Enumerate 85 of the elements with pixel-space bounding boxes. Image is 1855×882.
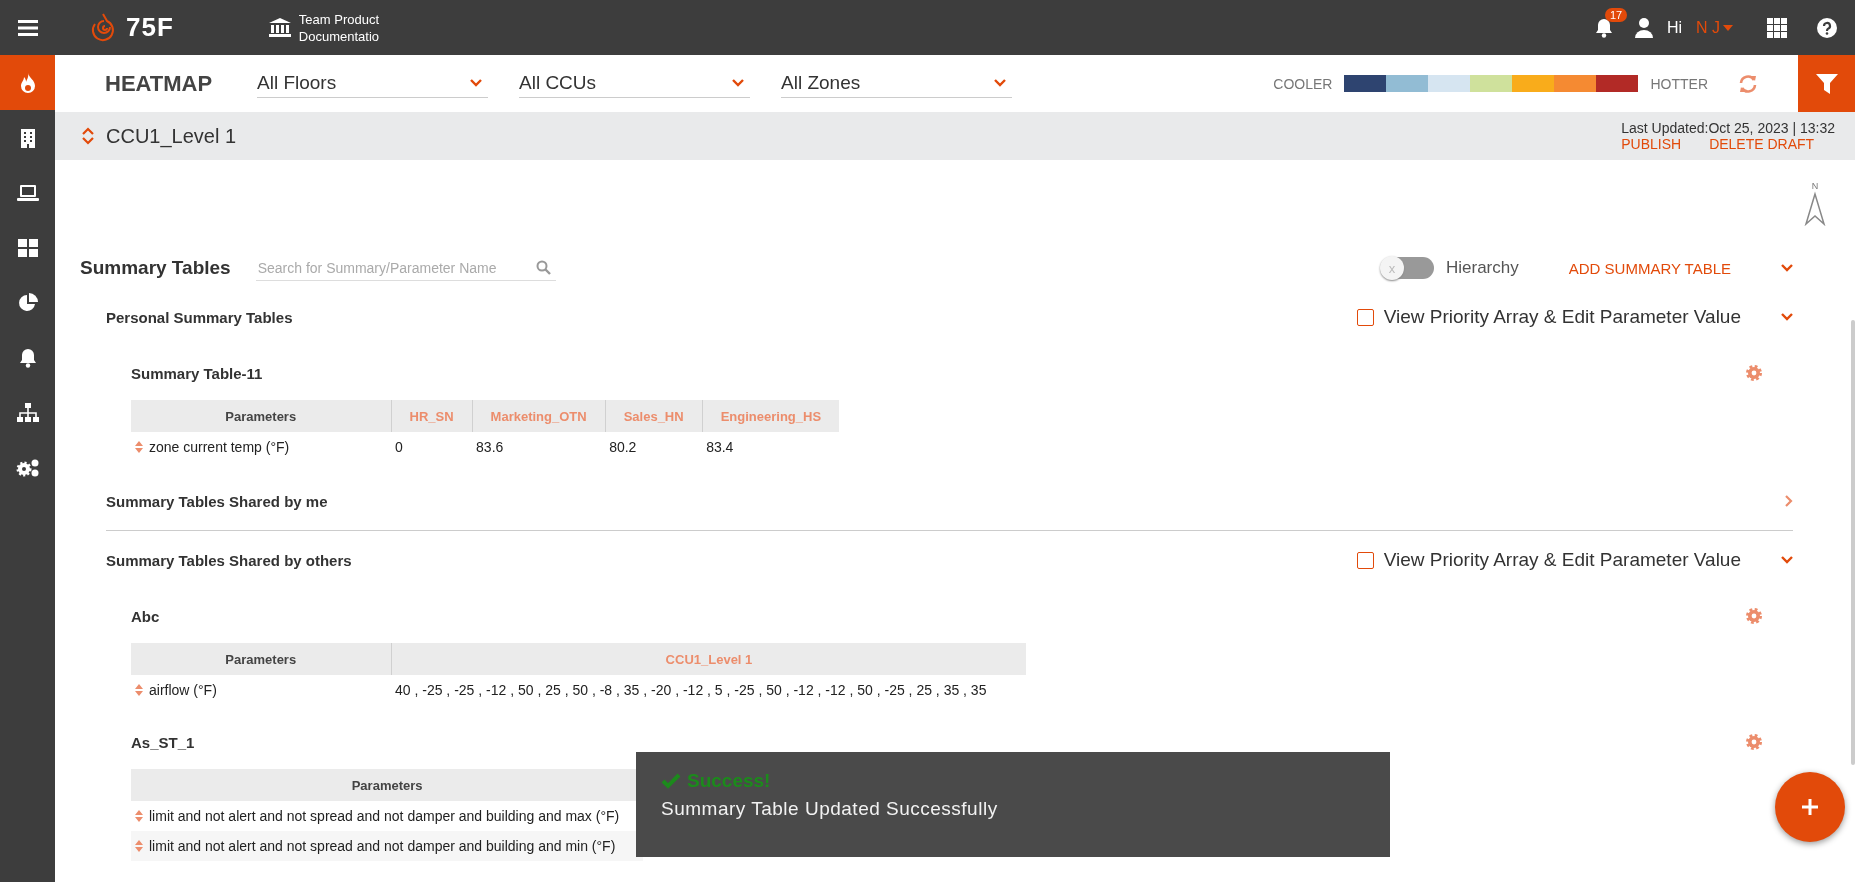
table-cell: 0 <box>395 439 403 455</box>
greeting: Hi <box>1666 18 1682 37</box>
laptop-icon <box>16 183 39 202</box>
checkbox[interactable] <box>1356 551 1374 569</box>
bell-icon <box>18 347 37 368</box>
compass-label: N <box>1811 181 1819 191</box>
sort-icon[interactable] <box>135 684 143 696</box>
add-summary-table-link[interactable]: ADD SUMMARY TABLE <box>1568 259 1731 277</box>
chevron-down-icon[interactable] <box>470 78 482 87</box>
sort-icon[interactable] <box>135 441 143 453</box>
site-name[interactable]: Team Product Documentatio <box>298 10 380 45</box>
filter-button[interactable] <box>1798 55 1855 112</box>
page-title: HEATMAP <box>105 70 214 97</box>
dropdown[interactable]: All Zones <box>781 69 1012 98</box>
chevron-down-icon[interactable] <box>732 78 744 87</box>
parameter-name: zone current temp (°F) <box>149 439 290 455</box>
settings-icon[interactable] <box>1745 607 1763 625</box>
table-cell: 83.6 <box>476 439 504 455</box>
chevron-down-icon[interactable] <box>1781 264 1793 272</box>
user-icon[interactable] <box>1634 17 1653 38</box>
plus-icon <box>1801 798 1819 816</box>
parameter-name: airflow (°F) <box>149 682 217 698</box>
check-icon <box>661 773 681 789</box>
chevron-down-icon[interactable] <box>994 78 1006 87</box>
toast-title: Success! <box>687 770 771 792</box>
sort-icon[interactable] <box>135 810 143 822</box>
dropdown[interactable]: All CCUs <box>519 69 750 98</box>
building-icon <box>19 127 36 148</box>
section-title[interactable]: Personal Summary Tables <box>106 308 293 326</box>
dropdown[interactable]: All Floors <box>257 69 488 98</box>
bank-icon <box>268 17 291 38</box>
checkbox[interactable] <box>1356 308 1374 326</box>
table-title: Abc <box>131 607 160 625</box>
filter-icon <box>1815 72 1838 95</box>
column-header: Parameters <box>131 643 391 675</box>
action-link[interactable]: DELETE DRAFT <box>1709 136 1815 152</box>
add-button[interactable] <box>1775 772 1845 842</box>
settings-icon[interactable] <box>1745 364 1763 382</box>
search-icon[interactable] <box>535 260 551 275</box>
sitemap-icon <box>16 402 39 423</box>
ccu-name: CCU1_Level 1 <box>106 124 237 148</box>
column-header[interactable]: Engineering_HS <box>702 400 840 432</box>
chevron-right-icon[interactable] <box>1785 495 1793 507</box>
chevron-down-icon[interactable] <box>1781 313 1793 321</box>
chevron-down-icon[interactable] <box>1781 556 1793 564</box>
section-title[interactable]: Summary Tables Shared by others <box>106 551 352 569</box>
table-cell: 83.4 <box>706 439 734 455</box>
settings-icon[interactable] <box>1745 733 1763 751</box>
parameter-name: limit and not alert and not spread and not damper and building and min (°F) <box>149 838 616 854</box>
column-header: Parameters <box>131 400 391 432</box>
toggle-label: Hierarchy <box>1445 258 1519 278</box>
section-title: Summary Tables <box>80 257 231 279</box>
parameter-name: limit and not alert and not spread and not damper and building and max (°F) <box>149 808 620 824</box>
column-header[interactable]: CCU1_Level 1 <box>391 643 1027 675</box>
table-title: As_ST_1 <box>131 733 195 751</box>
legend-label: HOTTER <box>1650 75 1708 92</box>
column-header[interactable]: Sales_HN <box>605 400 703 432</box>
column-header[interactable]: Marketing_OTN <box>472 400 606 432</box>
refresh-icon[interactable] <box>1738 74 1758 93</box>
notification-badge: 17 <box>1604 7 1628 22</box>
gears-icon <box>15 457 40 478</box>
help-icon[interactable] <box>1817 17 1837 38</box>
apps-grid-icon[interactable] <box>1767 17 1787 38</box>
scrollbar[interactable] <box>1851 320 1855 765</box>
column-header[interactable]: HR_SN <box>391 400 473 432</box>
sort-icon[interactable] <box>82 127 94 145</box>
table-cell: 80.2 <box>609 439 637 455</box>
legend-label: COOLER <box>1273 75 1333 92</box>
bell-icon[interactable] <box>1594 17 1613 38</box>
last-updated: Last Updated:Oct 25, 2023 | 13:32 <box>1621 120 1835 136</box>
sort-icon[interactable] <box>135 840 143 852</box>
menu-icon[interactable] <box>17 19 38 36</box>
caret-icon[interactable] <box>1723 24 1733 31</box>
table-cell: 40 , -25 , -25 , -12 , 50 , 25 , 50 , -8 , 35 , -20 , -12 , 5 , -25 , 50 , -12 , -12 , 50 , -25 , 25 , 35 , 35 <box>395 682 987 698</box>
toast-message: Summary Table Updated Successfully <box>661 798 999 820</box>
section-title[interactable]: Summary Tables Shared by me <box>106 492 328 510</box>
table-title: Summary Table-11 <box>131 364 263 382</box>
checkbox-label: View Priority Array & Edit Parameter Value <box>1383 549 1741 571</box>
dashboard-icon <box>17 238 38 257</box>
pie-chart-icon <box>17 292 38 313</box>
user-initials[interactable]: N J <box>1696 18 1720 37</box>
flame-icon <box>18 71 37 94</box>
checkbox-label: View Priority Array & Edit Parameter Value <box>1383 306 1741 328</box>
action-link[interactable]: PUBLISH <box>1621 136 1682 152</box>
brand-name: 75F <box>126 12 174 43</box>
